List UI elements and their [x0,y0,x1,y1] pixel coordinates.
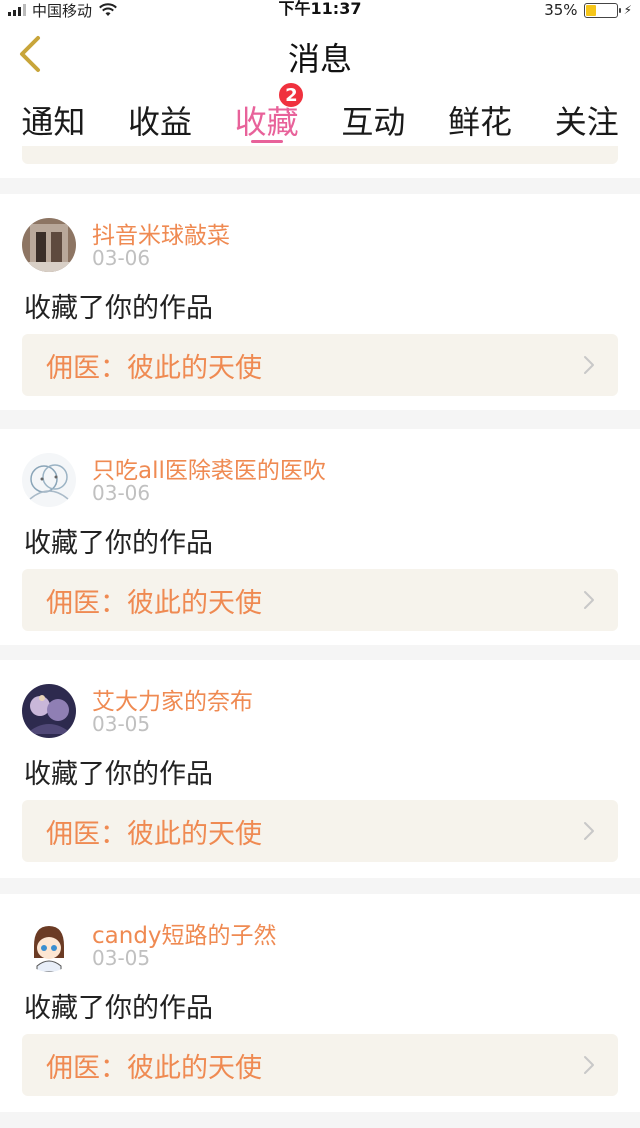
message-date: 03-05 [92,946,151,970]
message-date: 03-06 [92,481,151,505]
message-card: candy短路的子然 03-05 收藏了你的作品佣医：彼此的天使 [0,894,640,1112]
username[interactable]: candy短路的子然 [92,916,277,950]
tab-5[interactable]: 关注 [533,88,640,146]
tab-1[interactable]: 收益 [107,88,214,146]
avatar[interactable] [22,684,76,738]
action-text: 收藏了你的作品 [24,993,213,1024]
username[interactable]: 只吃all医除裘医的医吹 [92,451,326,485]
nav-bar: 消息 [0,20,640,88]
username[interactable]: 抖音米球敲菜 [92,216,230,250]
work-title: 佣医：彼此的天使 [46,1053,262,1084]
chevron-right-icon [584,822,594,840]
work-title: 佣医：彼此的天使 [46,353,262,384]
message-date: 03-05 [92,712,151,736]
chevron-right-icon [584,356,594,374]
work-link[interactable]: 佣医：彼此的天使 [22,1034,618,1096]
message-card: 艾大力家的奈布 03-05 收藏了你的作品佣医：彼此的天使 [0,660,640,878]
work-link[interactable]: 佣医：彼此的天使 [22,800,618,862]
battery-percent: 35% [544,1,578,19]
status-right: 35% ⚡ [544,0,632,20]
tab-label: 互动 [341,103,406,141]
tab-label: 收益 [128,103,193,141]
tab-4[interactable]: 鲜花 [427,88,534,146]
tab-bar: 通知 收益 收藏 2 互动 鲜花 关注 [0,82,640,146]
message-date: 03-06 [92,246,151,270]
message-card: 只吃all医除裘医的医吹 03-06 收藏了你的作品佣医：彼此的天使 [0,429,640,645]
previous-work-box[interactable] [22,146,618,164]
battery-icon [583,2,621,18]
work-title: 佣医：彼此的天使 [46,819,262,850]
previous-card-fragment [0,146,640,178]
action-text: 收藏了你的作品 [24,759,213,790]
message-card: 抖音米球敲菜 03-06 收藏了你的作品佣医：彼此的天使 [0,194,640,410]
avatar[interactable] [22,453,76,507]
work-title: 佣医：彼此的天使 [46,588,262,619]
work-link[interactable]: 佣医：彼此的天使 [22,334,618,396]
notification-badge: 2 [278,82,305,108]
avatar[interactable] [22,918,76,972]
page-title: 消息 [287,40,352,78]
tab-label: 鲜花 [448,103,513,141]
chevron-right-icon [584,1056,594,1074]
avatar[interactable] [22,218,76,272]
tab-2[interactable]: 收藏 2 [213,82,320,146]
action-text: 收藏了你的作品 [24,528,213,559]
tab-label: 关注 [554,103,619,141]
status-bar: 中国移动 下午11:37 35% ⚡ [0,0,640,20]
tab-label: 收藏 [234,103,299,141]
work-link[interactable]: 佣医：彼此的天使 [22,569,618,631]
active-tab-indicator [250,140,283,143]
charging-icon: ⚡ [623,3,632,17]
tab-label: 通知 [21,103,86,141]
chevron-right-icon [584,591,594,609]
tab-3[interactable]: 互动 [320,88,427,146]
action-text: 收藏了你的作品 [24,293,213,324]
battery-level [585,4,597,16]
tab-0[interactable]: 通知 [0,88,107,146]
username[interactable]: 艾大力家的奈布 [92,682,253,716]
